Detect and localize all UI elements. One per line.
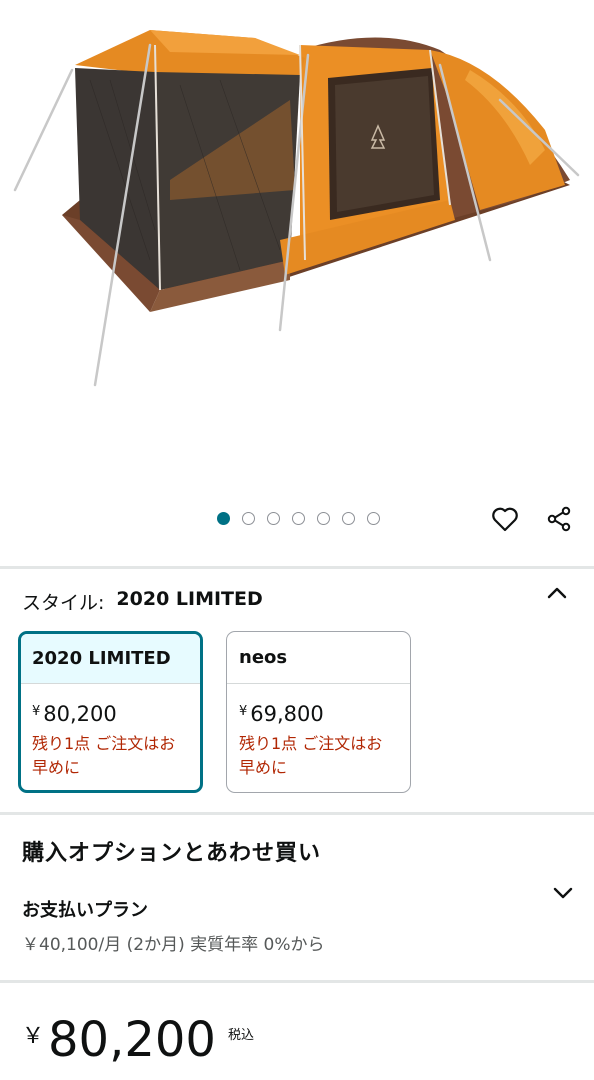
style-option-name: neos — [227, 632, 410, 684]
stock-notice: 残り1点 ご注文はお早めに — [32, 734, 176, 777]
wishlist-button[interactable] — [490, 504, 520, 534]
style-option-price: ¥69,800 — [227, 684, 410, 726]
carousel-dot[interactable] — [367, 512, 380, 525]
share-button[interactable] — [544, 504, 574, 534]
chevron-up-icon — [547, 587, 567, 599]
payment-plan-title[interactable]: お支払いプラン — [22, 896, 148, 922]
divider — [0, 980, 594, 983]
carousel-dot[interactable] — [292, 512, 305, 525]
style-option-2020-limited[interactable]: 2020 LIMITED ¥80,200 残り1点 ご注文はお早めに — [18, 631, 203, 793]
payment-plan-detail: ￥40,100/月 (2か月) 実質年率 0%から — [22, 935, 325, 955]
currency-symbol: ¥ — [32, 704, 41, 719]
share-icon — [547, 506, 571, 532]
heart-icon — [492, 507, 518, 532]
price-value: 80,200 — [43, 702, 117, 726]
product-image[interactable] — [0, 0, 594, 500]
expand-plan-button[interactable] — [552, 882, 574, 908]
style-label: スタイル: — [22, 592, 105, 614]
price-amount: 80,200 — [48, 1012, 216, 1068]
carousel-dot[interactable] — [267, 512, 280, 525]
divider — [0, 812, 594, 815]
tent-illustration — [13, 30, 580, 387]
collapse-button[interactable] — [546, 582, 568, 608]
style-option-neos[interactable]: neos ¥69,800 残り1点 ご注文はお早めに — [226, 631, 411, 793]
style-selector-header[interactable]: スタイル: 2020 LIMITED — [22, 588, 263, 615]
style-option-price: ¥80,200 — [21, 684, 200, 726]
carousel-dots[interactable] — [217, 512, 380, 525]
image-carousel-controls — [0, 500, 594, 540]
stock-notice: 残り1点 ご注文はお早めに — [239, 734, 383, 777]
currency-symbol: ¥ — [239, 704, 248, 719]
carousel-dot[interactable] — [217, 512, 230, 525]
style-option-name: 2020 LIMITED — [21, 634, 200, 684]
price-value: 69,800 — [250, 702, 324, 726]
divider — [0, 566, 594, 569]
main-price: ￥ 80,200 税込 — [22, 1010, 254, 1070]
carousel-dot[interactable] — [342, 512, 355, 525]
style-selected-value: 2020 LIMITED — [116, 588, 263, 610]
carousel-dot[interactable] — [242, 512, 255, 525]
carousel-dot[interactable] — [317, 512, 330, 525]
currency-symbol: ￥ — [22, 1024, 45, 1049]
chevron-down-icon — [553, 887, 573, 899]
tax-label: 税込 — [227, 1028, 254, 1043]
buy-options-title: 購入オプションとあわせ買い — [22, 841, 322, 866]
